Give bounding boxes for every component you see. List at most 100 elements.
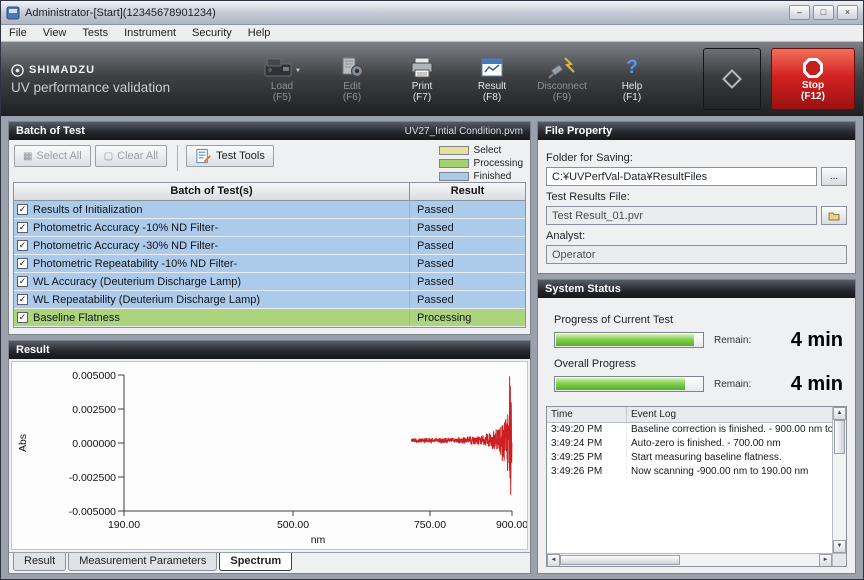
menu-item[interactable]: Help (240, 26, 279, 40)
row-checkbox[interactable]: ✓ (17, 240, 28, 251)
log-row[interactable]: 3:49:20 PM Baseline correction is finish… (547, 423, 832, 437)
tab-result[interactable]: Result (13, 553, 66, 571)
brand-name: SHIMADZU (29, 64, 95, 76)
test-name: WL Repeatability (Deuterium Discharge La… (33, 294, 260, 306)
horizontal-scrollbar[interactable]: ◄ ► (547, 553, 832, 566)
edit-label: Edit (343, 81, 360, 92)
close-button[interactable]: × (837, 5, 858, 20)
test-result: Passed (410, 219, 525, 236)
maximize-button[interactable]: □ (813, 5, 834, 20)
x-axis-title: nm (311, 534, 326, 546)
log-row[interactable]: 3:49:26 PM Now scanning -900.00 nm to 19… (547, 465, 832, 479)
legend-label: Finished (474, 171, 512, 182)
menu-item[interactable]: Instrument (116, 26, 184, 40)
clear-all-label: Clear All (117, 150, 158, 162)
x-tick-label: 900.00 (496, 519, 527, 531)
y-tick-label: 0.005000 (72, 370, 116, 382)
menu-item[interactable]: Security (184, 26, 240, 40)
start-button[interactable] (703, 48, 761, 110)
log-row[interactable]: 3:49:25 PM Start measuring baseline flat… (547, 451, 832, 465)
table-row[interactable]: ✓ Photometric Repeatability -10% ND Filt… (14, 255, 525, 273)
menu-item[interactable]: Tests (74, 26, 116, 40)
table-row[interactable]: ✓ WL Accuracy (Deuterium Discharge Lamp)… (14, 273, 525, 291)
folder-field[interactable]: C:¥UVPerfVal-Data¥ResultFiles (546, 167, 817, 186)
legend-swatch (439, 172, 469, 181)
log-time: 3:49:24 PM (547, 437, 627, 451)
table-row[interactable]: ✓ Photometric Accuracy -10% ND Filter- P… (14, 219, 525, 237)
row-checkbox[interactable]: ✓ (17, 204, 28, 215)
y-tick-label: -0.005000 (69, 506, 116, 518)
table-row[interactable]: ✓ Results of Initialization Passed (14, 201, 525, 219)
result-panel-title: Result (16, 344, 50, 356)
scroll-down-icon[interactable]: ▼ (833, 540, 846, 553)
help-button[interactable]: ? Help (F1) (597, 55, 667, 103)
minimize-button[interactable]: – (789, 5, 810, 20)
analyst-field[interactable]: Operator (546, 245, 847, 264)
load-dropdown-icon[interactable]: ▼ (295, 66, 301, 77)
row-checkbox[interactable]: ✓ (17, 222, 28, 233)
clear-all-icon: ▢ (104, 151, 113, 162)
legend-label: Select (474, 145, 502, 156)
folder-browse-button[interactable]: ... (821, 167, 847, 186)
table-row[interactable]: ✓ Photometric Accuracy -30% ND Filter- P… (14, 237, 525, 255)
system-status-title: System Status (545, 283, 621, 295)
scroll-left-icon[interactable]: ◄ (547, 554, 560, 567)
horizontal-scroll-thumb[interactable] (560, 555, 680, 565)
legend-row: Finished (439, 171, 523, 182)
row-checkbox[interactable]: ✓ (17, 276, 28, 287)
select-all-button[interactable]: ▦ Select All (14, 145, 91, 167)
tab-spectrum[interactable]: Spectrum (219, 553, 292, 571)
y-axis-title: Abs (17, 433, 29, 451)
overall-progress-fill (556, 378, 685, 390)
clear-all-button[interactable]: ▢ Clear All (95, 145, 167, 167)
menu-item[interactable]: File (1, 26, 35, 40)
system-status-content: Progress of Current Test Remain: 4 min O… (538, 298, 855, 573)
results-file-field[interactable]: Test Result_01.pvr (546, 206, 817, 225)
x-tick-label: 190.00 (108, 519, 140, 531)
log-event: Baseline correction is finished. - 900.0… (627, 423, 832, 437)
print-button[interactable]: Print (F7) (387, 55, 457, 103)
help-key: (F1) (623, 92, 641, 103)
system-status-header: System Status (538, 280, 855, 298)
disconnect-button[interactable]: Disconnect (F9) (527, 55, 597, 103)
legend-label: Processing (474, 158, 523, 169)
test-result: Passed (410, 291, 525, 308)
folder-label: Folder for Saving: (546, 152, 847, 164)
test-result: Processing (410, 309, 525, 326)
select-all-label: Select All (36, 150, 81, 162)
row-checkbox[interactable]: ✓ (17, 258, 28, 269)
test-result: Passed (410, 273, 525, 290)
run-controls: Stop (F12) (703, 48, 855, 110)
test-result: Passed (410, 201, 525, 218)
table-row[interactable]: ✓ WL Repeatability (Deuterium Discharge … (14, 291, 525, 309)
toolbar-separator (177, 145, 178, 171)
log-row[interactable]: 3:49:24 PM Auto-zero is finished. - 700.… (547, 437, 832, 451)
vertical-scroll-thumb[interactable] (834, 420, 845, 454)
current-remain-label: Remain: (714, 335, 751, 346)
row-checkbox[interactable]: ✓ (17, 312, 28, 323)
results-file-button[interactable] (821, 206, 847, 225)
stop-button[interactable]: Stop (F12) (771, 48, 855, 110)
start-icon (719, 66, 745, 92)
edit-button[interactable]: Edit (F6) (317, 55, 387, 103)
edit-key: (F6) (343, 92, 361, 103)
load-icon (263, 56, 293, 80)
row-checkbox[interactable]: ✓ (17, 294, 28, 305)
test-name: Results of Initialization (33, 204, 142, 216)
vertical-scrollbar[interactable]: ▲ ▼ (832, 407, 846, 553)
print-key: (F7) (413, 92, 431, 103)
tab-measurement-parameters[interactable]: Measurement Parameters (68, 553, 217, 571)
scroll-up-icon[interactable]: ▲ (833, 407, 846, 420)
result-button[interactable]: Result (F8) (457, 55, 527, 103)
table-row[interactable]: ✓ Baseline Flatness Processing (14, 309, 525, 327)
scroll-right-icon[interactable]: ► (819, 554, 832, 567)
batch-table-body: ✓ Results of Initialization Passed ✓ Pho… (14, 201, 525, 327)
test-tools-button[interactable]: Test Tools (186, 145, 274, 167)
y-tick-label: -0.002500 (69, 472, 116, 484)
disconnect-icon (547, 56, 577, 80)
log-event: Auto-zero is finished. - 700.00 nm (627, 437, 832, 451)
file-property-panel: File Property Folder for Saving: C:¥UVPe… (537, 121, 856, 274)
status-legend: Select Processing Finished (439, 145, 525, 184)
menu-item[interactable]: View (35, 26, 75, 40)
load-button[interactable]: ▼ Load (F5) (247, 55, 317, 103)
